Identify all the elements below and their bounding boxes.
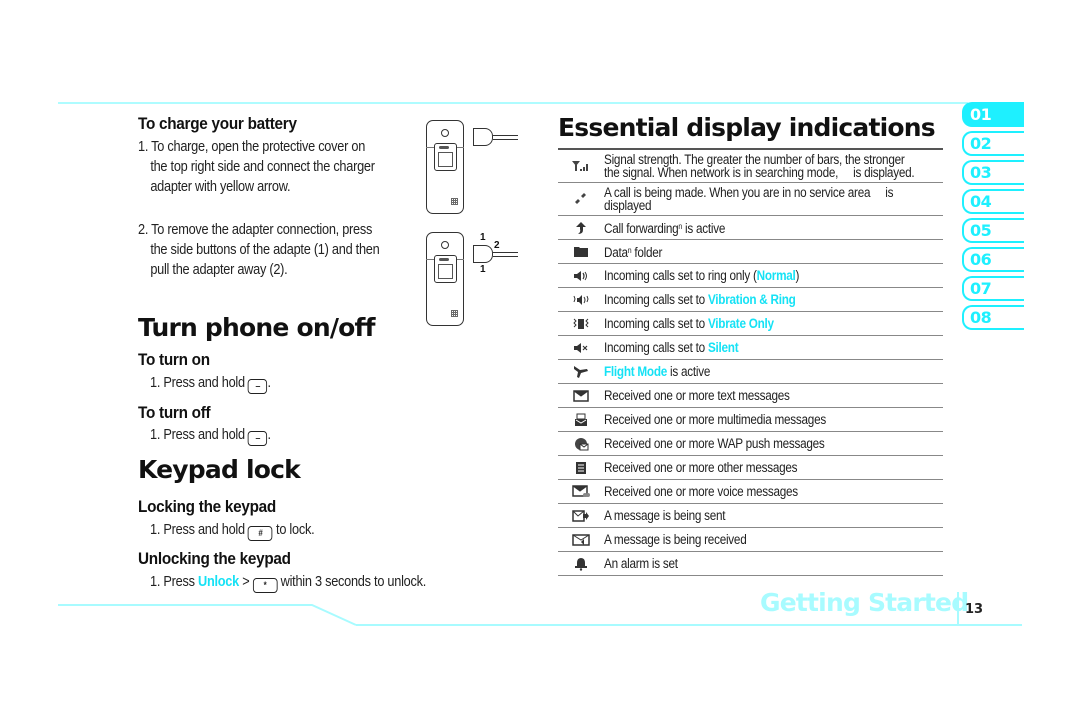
wap-push-icon <box>558 433 604 455</box>
charger-plug-removal-illustration <box>473 245 493 263</box>
indication-row: Received one or more voice messages <box>558 480 943 504</box>
highlighted-setting: Vibration & Ring <box>707 292 796 307</box>
indication-row: Incoming calls set to Silent <box>558 336 943 360</box>
indication-row: Signal strength. The greater the number … <box>558 150 943 183</box>
keypad-heading: Keypad lock <box>138 455 301 484</box>
multimedia-message-icon <box>558 409 604 431</box>
indication-text: An alarm is set <box>604 556 678 571</box>
indication-row: A call is being made. When you are in no… <box>558 183 943 216</box>
indication-row: Received one or more other messages <box>558 456 943 480</box>
phone-charging-illustration <box>426 120 464 214</box>
indication-text: Incoming calls set to Silent <box>604 340 739 355</box>
indication-row: Received one or more text messages <box>558 384 943 408</box>
indication-text: A message is being sent <box>604 508 726 523</box>
indication-row: Incoming calls set to Vibrate Only <box>558 312 943 336</box>
indication-text: Datan folder <box>604 245 663 260</box>
indication-text: Received one or more multimedia messages <box>604 412 826 427</box>
chapter-tabs: 01 02 03 04 05 06 07 08 <box>962 102 1024 334</box>
turn-on-step: 1. Press and hold ‒. <box>150 373 271 394</box>
charge-heading: To charge your battery <box>138 114 297 133</box>
highlighted-setting: Silent <box>707 340 739 355</box>
indication-text: A message is being received <box>604 532 747 547</box>
chapter-tab-05[interactable]: 05 <box>962 218 1024 243</box>
message-sending-icon <box>558 505 604 527</box>
indication-row: A message is being received <box>558 528 943 552</box>
message-receiving-icon <box>558 529 604 551</box>
indication-row: Incoming calls set to ring only (Normal) <box>558 264 943 288</box>
indication-text: Received one or more text messages <box>604 388 790 403</box>
chapter-tab-06[interactable]: 06 <box>962 247 1024 272</box>
indication-row: Received one or more multimedia messages <box>558 408 943 432</box>
text-message-icon <box>558 385 604 407</box>
indication-row: Call forwardingn is active <box>558 216 943 240</box>
indication-row: A message is being sent <box>558 504 943 528</box>
unlock-softkey-label: Unlock <box>197 574 239 590</box>
page-number: 13 <box>965 602 984 617</box>
locking-step: 1. Press and hold # to lock. <box>150 520 315 541</box>
indication-row: Flight Mode is active <box>558 360 943 384</box>
folder-icon <box>558 241 604 263</box>
indication-row: An alarm is set <box>558 552 943 576</box>
footer-separator <box>957 592 959 624</box>
chapter-tab-03[interactable]: 03 <box>962 160 1024 185</box>
hash-key-icon: # <box>248 526 273 541</box>
turn-off-heading: To turn off <box>138 403 211 422</box>
power-heading: Turn phone on/off <box>138 313 376 342</box>
turn-on-heading: To turn on <box>138 350 210 369</box>
indications-table: Signal strength. The greater the number … <box>558 148 943 576</box>
indication-text: Received one or more other messages <box>604 460 798 475</box>
indication-text: Incoming calls set to ring only (Normal) <box>604 268 800 283</box>
chapter-tab-08[interactable]: 08 <box>962 305 1024 330</box>
charge-step-1: 1. To charge, open the protective cover … <box>138 139 375 195</box>
callout-1-bottom: 1 <box>480 264 486 275</box>
chapter-tab-07[interactable]: 07 <box>962 276 1024 301</box>
indication-text: Received one or more voice messages <box>604 484 798 499</box>
indication-text: Incoming calls set to Vibration & Ring <box>604 292 796 307</box>
end-power-key-icon: ‒ <box>248 379 268 394</box>
callout-2: 2 <box>494 240 500 251</box>
indications-title: Essential display indications <box>558 113 936 142</box>
chapter-tab-01[interactable]: 01 <box>962 102 1024 127</box>
indication-text: Call forwardingn is active <box>604 221 726 236</box>
call-forwarding-icon <box>558 217 604 239</box>
turn-off-step: 1. Press and hold ‒. <box>150 425 271 446</box>
chapter-tab-02[interactable]: 02 <box>962 131 1024 156</box>
phone-unplug-illustration <box>426 232 464 326</box>
indication-row: Incoming calls set to Vibration & Ring <box>558 288 943 312</box>
indication-text: Signal strength. The greater the number … <box>604 152 915 180</box>
highlighted-setting: Flight Mode <box>604 364 668 379</box>
end-power-key-icon: ‒ <box>248 431 268 446</box>
indication-row: Received one or more WAP push messages <box>558 432 943 456</box>
footer-rule <box>356 624 1022 626</box>
highlighted-setting: Normal <box>756 268 796 283</box>
unlocking-step: 1. Press Unlock > * within 3 seconds to … <box>150 572 426 593</box>
locking-heading: Locking the keypad <box>138 497 276 516</box>
footer-section-title: Getting Started <box>760 588 969 617</box>
indication-text: Flight Mode is active <box>604 364 711 379</box>
voice-message-icon <box>558 481 604 503</box>
top-rule <box>58 102 968 104</box>
call-icon <box>558 188 604 210</box>
callout-1-top: 1 <box>480 232 486 243</box>
unlocking-heading: Unlocking the keypad <box>138 549 291 568</box>
highlighted-setting: Vibrate Only <box>707 316 774 331</box>
flight-mode-icon <box>558 361 604 383</box>
charger-plug-illustration <box>473 128 493 146</box>
chapter-tab-04[interactable]: 04 <box>962 189 1024 214</box>
other-message-icon <box>558 457 604 479</box>
indication-text: Incoming calls set to Vibrate Only <box>604 316 774 331</box>
signal-strength-icon <box>558 155 604 177</box>
indication-text: A call is being made. When you are in no… <box>604 185 894 213</box>
ring-icon <box>558 265 604 287</box>
indications-section: Essential display indications Signal str… <box>558 110 943 576</box>
indication-row: Datan folder <box>558 240 943 264</box>
vibration-ring-icon <box>558 289 604 311</box>
vibrate-only-icon <box>558 313 604 335</box>
silent-icon <box>558 337 604 359</box>
star-key-icon: * <box>252 578 278 593</box>
charge-step-2: 2. To remove the adapter connection, pre… <box>138 222 380 278</box>
alarm-icon <box>558 553 604 575</box>
indication-text: Received one or more WAP push messages <box>604 436 825 451</box>
